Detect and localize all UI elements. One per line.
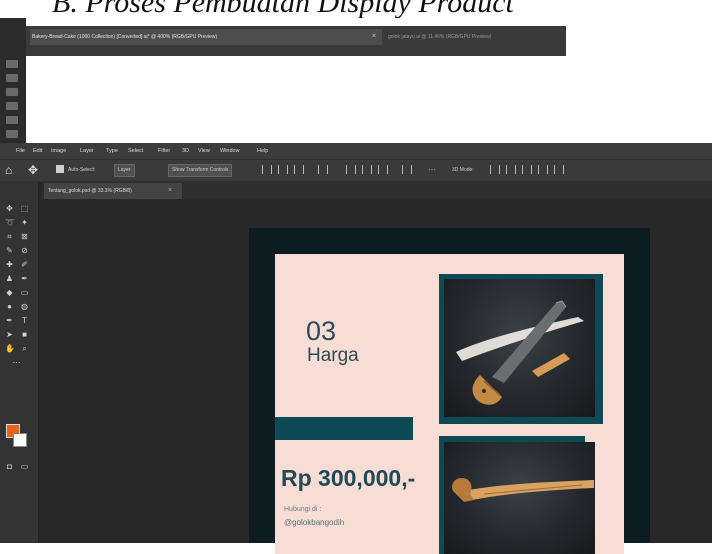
pen-icon[interactable]: ✒ bbox=[5, 317, 14, 325]
shape-icon[interactable]: ■ bbox=[20, 331, 29, 339]
3d-roll-icon[interactable] bbox=[506, 165, 516, 174]
section-number: 03 bbox=[306, 316, 337, 346]
3d-slide-icon[interactable] bbox=[538, 165, 548, 174]
zoom-icon[interactable]: ⌕ bbox=[20, 345, 29, 353]
tool-icon[interactable] bbox=[6, 102, 18, 110]
gradient-icon[interactable]: ▭ bbox=[20, 289, 29, 297]
menu-bar: File Edit Image Layer Type Select Filter… bbox=[0, 143, 712, 159]
move-tool-icon[interactable]: ✥ bbox=[28, 163, 38, 177]
photoshop-window: File Edit Image Layer Type Select Filter… bbox=[0, 143, 712, 554]
document-tab-bar: Tentang_golok.psd @ 33.3% (RGB/8) × bbox=[42, 181, 712, 199]
align-top-icon[interactable] bbox=[346, 165, 356, 174]
crop-icon[interactable]: ⌗ bbox=[5, 233, 14, 241]
eraser-icon[interactable]: ◆ bbox=[5, 289, 14, 297]
top-tab-bar: Bakery-Bread-Cake (1000 Collection) [Con… bbox=[26, 26, 566, 48]
tool-icon[interactable] bbox=[6, 130, 18, 138]
close-icon[interactable]: × bbox=[168, 183, 172, 199]
healing-brush-icon[interactable]: ✚ bbox=[5, 261, 14, 269]
clone-stamp-icon[interactable]: ♟ bbox=[5, 275, 14, 283]
product-poster: 03 Harga Rp 300,000,- Hubungi di : @golo… bbox=[275, 254, 624, 554]
align-bottom-icon[interactable] bbox=[378, 165, 388, 174]
menu-help[interactable]: Help bbox=[257, 143, 268, 159]
close-icon[interactable]: × bbox=[372, 29, 376, 45]
more-options-icon[interactable]: ··· bbox=[428, 165, 436, 175]
eyedropper-icon[interactable]: ✎ bbox=[5, 247, 14, 255]
section-title: Harga bbox=[307, 345, 359, 366]
type-icon[interactable]: T bbox=[20, 317, 29, 325]
menu-window[interactable]: Window bbox=[220, 143, 240, 159]
path-selection-icon[interactable]: ➤ bbox=[5, 331, 14, 339]
3d-rotate-icon[interactable] bbox=[490, 165, 500, 174]
menu-3d[interactable]: 3D bbox=[182, 143, 189, 159]
tool-icon[interactable] bbox=[6, 116, 18, 124]
top-screenshot: Bakery-Bread-Cake (1000 Collection) [Con… bbox=[0, 18, 566, 146]
product-photo-machete bbox=[444, 279, 595, 417]
magic-wand-icon[interactable]: ✦ bbox=[20, 219, 29, 227]
menu-filter[interactable]: Filter bbox=[158, 143, 170, 159]
align-center-icon[interactable] bbox=[278, 165, 288, 174]
3d-mode-label: 3D Mode: bbox=[452, 167, 474, 173]
auto-select-label: Auto-Select: bbox=[68, 167, 96, 173]
align-right-icon[interactable] bbox=[294, 165, 304, 174]
distribute-icon[interactable] bbox=[318, 165, 328, 174]
menu-image[interactable]: Image bbox=[51, 143, 66, 159]
document-heading-text: B. Proses Pembuatan Display Product bbox=[52, 0, 514, 19]
top-ruler bbox=[26, 48, 566, 56]
auto-select-dropdown[interactable]: Layer bbox=[114, 164, 135, 177]
auto-select-checkbox[interactable] bbox=[56, 165, 64, 173]
3d-scale-icon[interactable] bbox=[554, 165, 564, 174]
menu-view[interactable]: View bbox=[198, 143, 210, 159]
tools-panel: ✥ ⬚ ➰ ✦ ⌗ ⊠ ✎ ⊘ ✚ ✐ ♟ ✒ ◆ ▭ ● ◍ ✒ T ➤ ■ … bbox=[0, 181, 39, 543]
accent-bar bbox=[275, 417, 413, 440]
screen-mode-icon[interactable]: ▭ bbox=[20, 463, 29, 471]
brush-icon[interactable]: ✐ bbox=[20, 261, 29, 269]
3d-drag-icon[interactable] bbox=[522, 165, 532, 174]
dodge-icon[interactable]: ◍ bbox=[20, 303, 29, 311]
tool-icon[interactable] bbox=[6, 74, 18, 82]
price-text: Rp 300,000,- bbox=[281, 465, 416, 491]
background-color-swatch[interactable] bbox=[13, 433, 27, 447]
top-other-tab[interactable]: golok jatayu.ai @ 11.46% (RGB/GPU Previe… bbox=[388, 29, 566, 45]
align-left-icon[interactable] bbox=[262, 165, 272, 174]
menu-layer[interactable]: Layer bbox=[80, 143, 94, 159]
tool-icon[interactable] bbox=[6, 88, 18, 96]
menu-type[interactable]: Type bbox=[106, 143, 118, 159]
blur-icon[interactable]: ● bbox=[5, 303, 14, 311]
menu-file[interactable]: File bbox=[16, 143, 25, 159]
marquee-icon[interactable]: ⬚ bbox=[20, 205, 29, 213]
align-middle-icon[interactable] bbox=[362, 165, 372, 174]
ruler-icon[interactable]: ⊘ bbox=[20, 247, 29, 255]
move-icon[interactable]: ✥ bbox=[5, 205, 14, 213]
canvas-artboard[interactable]: 03 Harga Rp 300,000,- Hubungi di : @golo… bbox=[249, 228, 650, 554]
menu-select[interactable]: Select bbox=[128, 143, 143, 159]
hand-icon[interactable]: ✋ bbox=[5, 345, 15, 353]
top-left-toolbar bbox=[0, 18, 26, 146]
edit-toolbar-icon[interactable]: ⋯ bbox=[12, 359, 21, 367]
options-bar: ⌂ ✥ Auto-Select: Layer Show Transform Co… bbox=[0, 159, 712, 182]
show-transform-checkbox[interactable]: Show Transform Controls bbox=[168, 164, 233, 177]
home-icon[interactable]: ⌂ bbox=[5, 163, 19, 177]
quick-mask-icon[interactable]: ◘ bbox=[5, 463, 14, 471]
golok-image bbox=[452, 478, 594, 502]
machete-image bbox=[456, 300, 584, 405]
contact-caption: Hubungi di : bbox=[284, 506, 322, 513]
tool-icon[interactable] bbox=[6, 60, 18, 68]
menu-edit[interactable]: Edit bbox=[33, 143, 42, 159]
distribute-vertical-icon[interactable] bbox=[402, 165, 412, 174]
product-photo-golok bbox=[444, 442, 595, 554]
contact-handle: @golokbangodih bbox=[284, 518, 345, 527]
frame-icon[interactable]: ⊠ bbox=[20, 233, 29, 241]
document-tab[interactable]: Tentang_golok.psd @ 33.3% (RGB/8) bbox=[44, 183, 182, 199]
top-active-tab[interactable]: Bakery-Bread-Cake (1000 Collection) [Con… bbox=[30, 29, 382, 45]
history-brush-icon[interactable]: ✒ bbox=[20, 275, 29, 283]
lasso-icon[interactable]: ➰ bbox=[5, 219, 15, 227]
